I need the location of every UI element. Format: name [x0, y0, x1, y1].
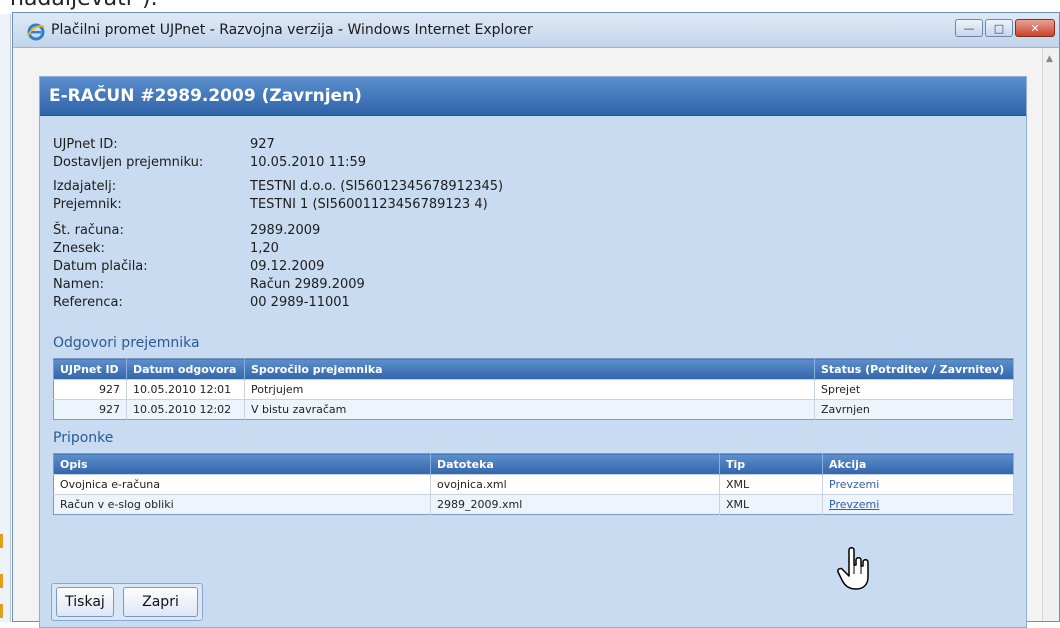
window-title: Plačilni promet UJPnet - Razvojna verzij…	[51, 22, 533, 38]
field-label: Dostavljen prejemniku:	[53, 155, 204, 170]
field-value: 09.12.2009	[250, 259, 325, 274]
vertical-scrollbar[interactable]: ▲	[1042, 48, 1059, 621]
attachments-table: Opis Datoteka Tip Akcija Ovojnica e-raču…	[53, 453, 1014, 515]
table-row[interactable]: 927 10.05.2010 12:02 V bistu zavračam Za…	[53, 399, 1014, 420]
column-header[interactable]: Datum odgovora	[126, 358, 245, 380]
cell-description: Račun v e-slog obliki	[53, 494, 431, 515]
close-button[interactable]: Zapri	[123, 587, 198, 617]
cell-id: 927	[53, 379, 127, 400]
close-icon[interactable]: ✕	[1015, 19, 1055, 37]
cell-message: Potrjujem	[244, 379, 815, 400]
field-value: 00 2989-11001	[250, 295, 350, 310]
field-label: Št. računa:	[53, 223, 124, 238]
field-label: Izdajatelj:	[53, 179, 117, 194]
field-label: Referenca:	[53, 295, 123, 310]
print-button[interactable]: Tiskaj	[56, 587, 114, 617]
cell-status: Sprejet	[814, 379, 1014, 400]
field-value: 2989.2009	[250, 223, 321, 238]
field-value: 1,20	[250, 241, 279, 256]
table-row[interactable]: Ovojnica e-računa ovojnica.xml XML Prevz…	[53, 474, 1014, 495]
table-header-row: Opis Datoteka Tip Akcija	[53, 453, 1014, 475]
cell-file: 2989_2009.xml	[430, 494, 720, 515]
window-titlebar[interactable]: Plačilni promet UJPnet - Razvojna verzij…	[13, 13, 1059, 48]
field-label: Datum plačila:	[53, 259, 148, 274]
browser-window: Plačilni promet UJPnet - Razvojna verzij…	[12, 12, 1060, 628]
attachments-section-title: Priponke	[53, 430, 114, 446]
caption-text: nadaljevati").	[10, 0, 158, 11]
cell-file: ovojnica.xml	[430, 474, 720, 495]
cell-date: 10.05.2010 12:01	[126, 379, 245, 400]
field-value: TESTNI d.o.o. (SI56012345678912345)	[250, 179, 504, 194]
download-link[interactable]: Prevzemi	[829, 498, 879, 511]
maximize-icon[interactable]: □	[985, 19, 1013, 37]
column-header[interactable]: Sporočilo prejemnika	[244, 358, 815, 380]
field-value: TESTNI 1 (SI56001123456789123 4)	[250, 197, 488, 212]
responses-section-title: Odgovori prejemnika	[53, 335, 200, 351]
hand-cursor-icon	[837, 547, 869, 590]
table-row[interactable]: Račun v e-slog obliki 2989_2009.xml XML …	[53, 494, 1014, 515]
field-label: Namen:	[53, 277, 104, 292]
invoice-dialog: E-RAČUN #2989.2009 (Zavrnjen) UJPnet ID:…	[39, 76, 1027, 628]
field-label: Prejemnik:	[53, 197, 122, 212]
scroll-up-icon[interactable]: ▲	[1046, 54, 1053, 64]
cell-message: V bistu zavračam	[244, 399, 815, 420]
internet-explorer-icon	[27, 23, 45, 41]
download-link[interactable]: Prevzemi	[829, 478, 879, 491]
dialog-title: E-RAČUN #2989.2009 (Zavrnjen)	[40, 77, 1026, 116]
responses-table: UJPnet ID Datum odgovora Sporočilo preje…	[53, 358, 1014, 420]
cell-description: Ovojnica e-računa	[53, 474, 431, 495]
cell-action: Prevzemi	[822, 494, 1014, 515]
cell-date: 10.05.2010 12:02	[126, 399, 245, 420]
column-header[interactable]: Opis	[53, 453, 431, 475]
background-page-strip	[0, 14, 11, 622]
minimize-icon[interactable]: —	[955, 19, 983, 37]
cell-id: 927	[53, 399, 127, 420]
page-area: E-RAČUN #2989.2009 (Zavrnjen) UJPnet ID:…	[13, 48, 1042, 628]
column-header[interactable]: Status (Potrditev / Zavrnitev)	[814, 358, 1014, 380]
table-row[interactable]: 927 10.05.2010 12:01 Potrjujem Sprejet	[53, 379, 1014, 400]
field-label: Znesek:	[53, 241, 105, 256]
column-header[interactable]: Datoteka	[430, 453, 720, 475]
cell-type: XML	[719, 474, 823, 495]
field-value: 10.05.2010 11:59	[250, 155, 367, 170]
cell-action: Prevzemi	[822, 474, 1014, 495]
table-header-row: UJPnet ID Datum odgovora Sporočilo preje…	[53, 358, 1014, 380]
field-label: UJPnet ID:	[53, 137, 118, 152]
cell-status: Zavrnjen	[814, 399, 1014, 420]
column-header[interactable]: UJPnet ID	[53, 358, 127, 380]
column-header[interactable]: Akcija	[822, 453, 1014, 475]
field-value: Račun 2989.2009	[250, 277, 365, 292]
column-header[interactable]: Tip	[719, 453, 823, 475]
cell-type: XML	[719, 494, 823, 515]
field-value: 927	[250, 137, 275, 152]
